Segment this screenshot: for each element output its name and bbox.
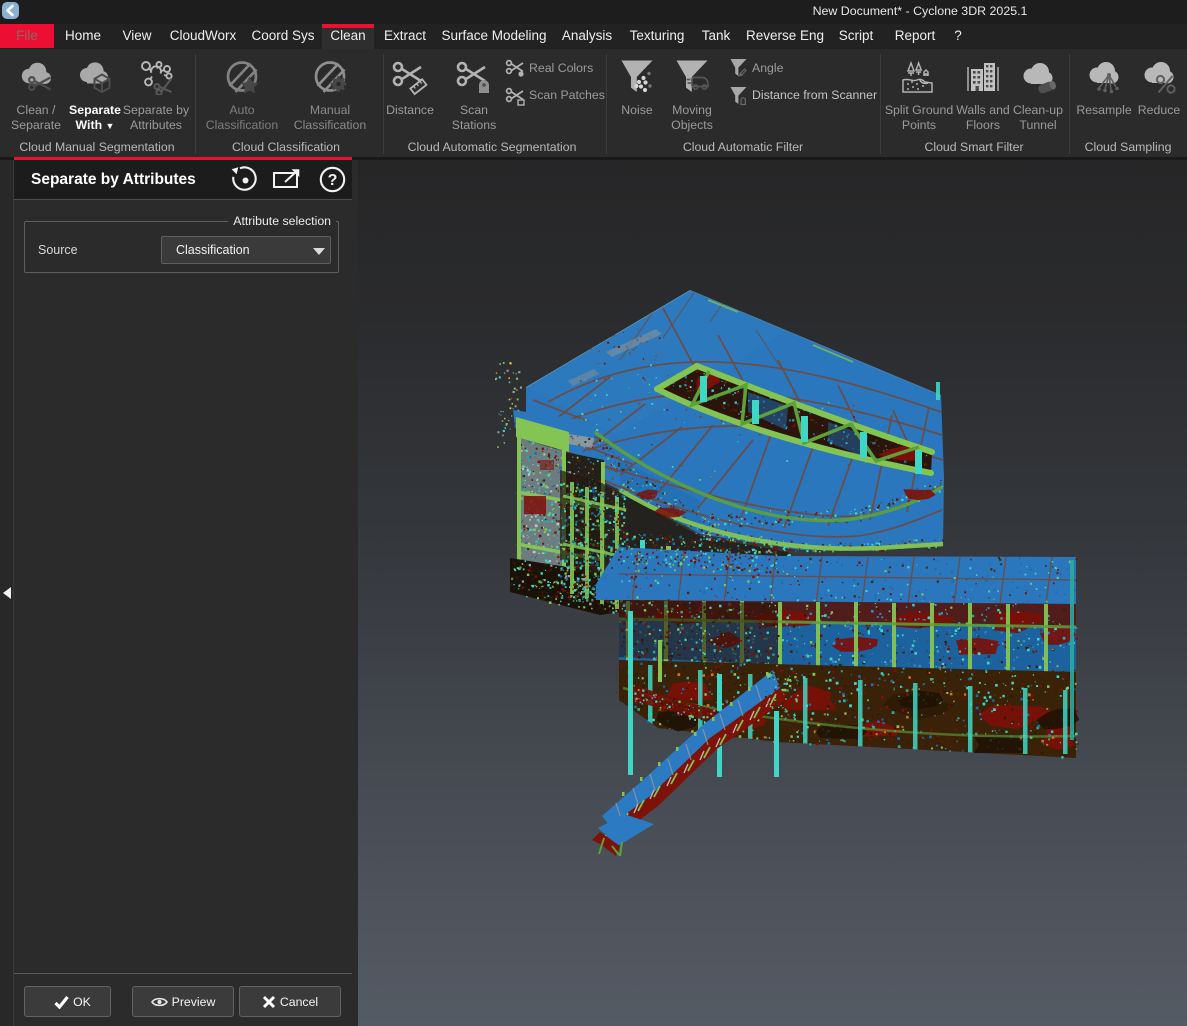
svg-text:?: ?: [328, 172, 338, 189]
